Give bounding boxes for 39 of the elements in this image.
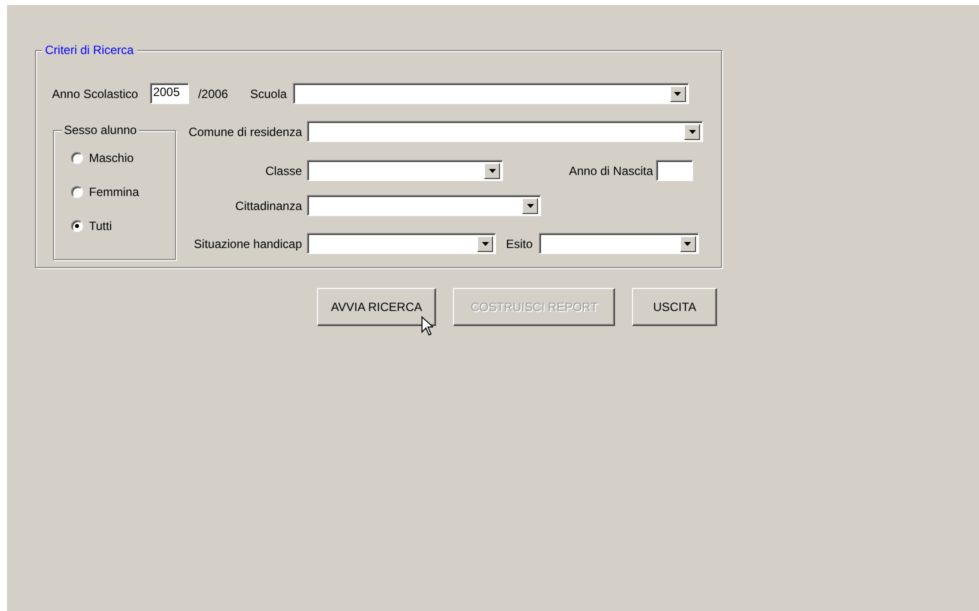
field-label: Anno di Nascita [569,162,654,180]
dropdown-field[interactable] [307,233,496,254]
field-label: Femmina [89,184,140,201]
dropdown-field[interactable] [292,83,689,104]
radio-button[interactable] [71,152,83,164]
dropdown-field[interactable] [307,121,703,142]
field-label: Cittadinanza [235,198,302,214]
field-label: Esito [506,236,533,252]
radio-button[interactable] [71,186,83,198]
arrow-cursor-icon [421,316,433,336]
dropdown-button[interactable] [670,86,686,102]
dropdown-field[interactable] [307,195,541,216]
field-label: Comune di residenza [188,124,302,140]
field-label: /2006 [198,86,228,102]
action-button[interactable]: AVVIA RICERCA [317,288,436,326]
dropdown-button[interactable] [680,236,696,252]
field-label: Scuola [250,86,287,102]
action-button[interactable]: USCITA [632,288,718,326]
field-label: Classe [265,162,302,180]
field-label: Maschio [89,150,134,167]
field-label: Situazione handicap [194,236,302,252]
caret-icon [526,204,534,208]
group-title: Criteri di Ricerca [42,43,137,57]
group-title: Sesso alunno [62,123,139,137]
caret-icon [674,92,682,96]
field-label: Anno Scolastico [52,86,138,102]
radio-button[interactable] [71,220,83,232]
caret-icon [482,242,488,246]
dropdown-field[interactable] [538,233,699,254]
dropdown-button[interactable] [484,162,500,178]
dropdown-button[interactable] [522,198,538,214]
caret-icon [688,130,696,134]
dropdown-button[interactable] [477,236,493,252]
dropdown-field[interactable] [307,160,503,181]
birth-year-field[interactable] [656,160,694,181]
field-label: Tutti [89,218,112,235]
dropdown-button[interactable] [684,124,700,140]
caret-icon [488,168,496,172]
caret-icon [684,242,692,246]
